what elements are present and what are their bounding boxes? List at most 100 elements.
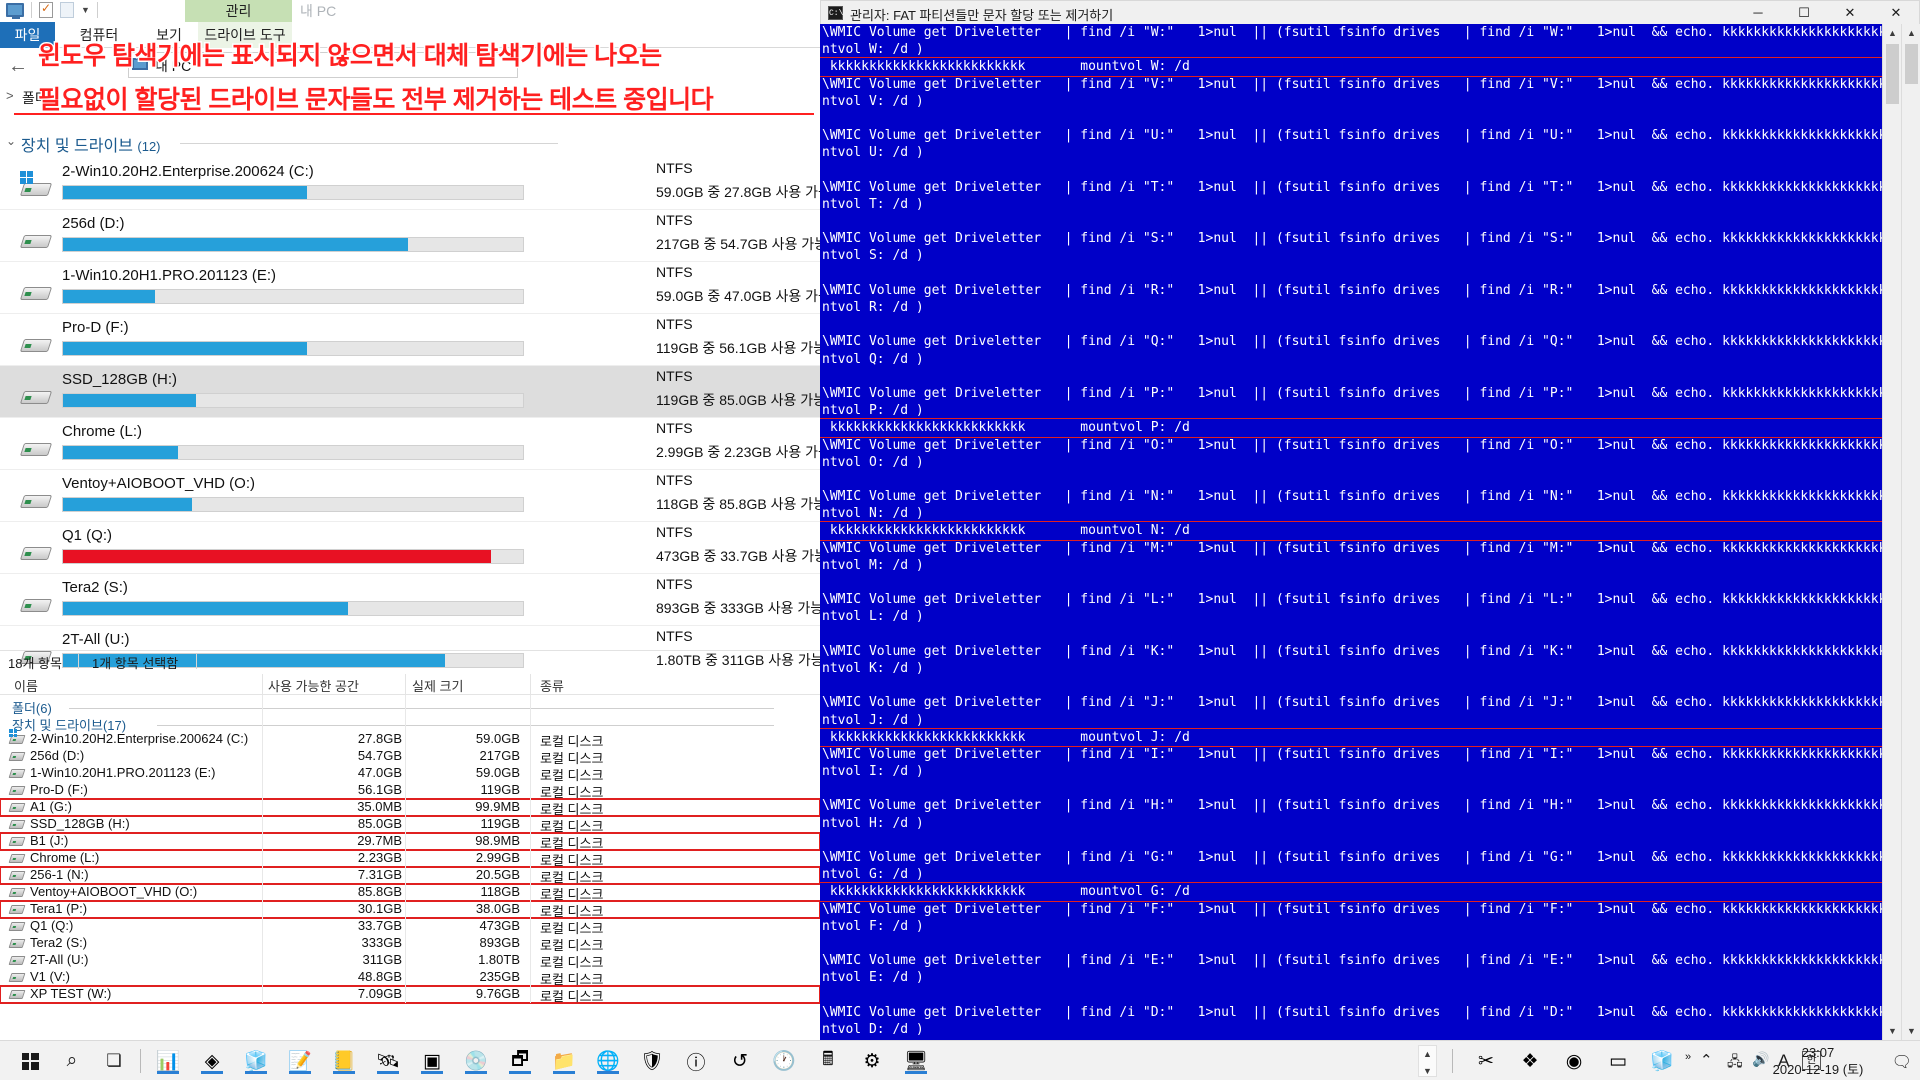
drive-tile[interactable]: Q1 (Q:) NTFS 473GB 중 33.7GB 사용 가능 xyxy=(0,522,820,574)
taskbar-disc-burner-icon[interactable]: 💿 xyxy=(460,1045,492,1077)
taskbar-clock-app-icon[interactable]: 🕐 xyxy=(768,1045,800,1077)
scroll-up-icon[interactable]: ▲ xyxy=(1883,24,1902,42)
chevron-up-icon[interactable]: ▲ xyxy=(1419,1049,1436,1059)
chevron-down-icon[interactable]: ⌄ xyxy=(6,134,16,148)
taskbar-scroll-updown[interactable]: ▲ ▼ xyxy=(1418,1045,1437,1077)
drive-tile[interactable]: Ventoy+AIOBOOT_VHD (O:) NTFS 118GB 중 85.8G… xyxy=(0,470,820,522)
taskbar-sticky-notes-icon[interactable]: 📒 xyxy=(328,1045,360,1077)
scroll-down-icon[interactable]: ▼ xyxy=(1883,1022,1902,1040)
drive-tile[interactable]: Chrome (L:) NTFS 2.99GB 중 2.23GB 사용 가능 xyxy=(0,418,820,470)
column-header[interactable]: 실제 크기 xyxy=(412,676,463,695)
scroll-down-icon-outer[interactable]: ▼ xyxy=(1902,1022,1920,1040)
drive-tile[interactable]: SSD_128GB (H:) NTFS 119GB 중 85.0GB 사용 가능 xyxy=(0,366,820,418)
windows-start-icon[interactable] xyxy=(14,1045,46,1077)
table-row[interactable]: Ventoy+AIOBOOT_VHD (O:) 85.8GB 118GB 로컬 디스크 xyxy=(0,884,820,902)
table-row[interactable]: 256-1 (N:) 7.31GB 20.5GB 로컬 디스크 xyxy=(0,866,820,885)
drive-tile[interactable]: Pro-D (F:) NTFS 119GB 중 56.1GB 사용 가능 xyxy=(0,314,820,366)
drive-tile[interactable]: 1-Win10.20H1.PRO.201123 (E:) NTFS 59.0GB 중… xyxy=(0,262,820,314)
table-row[interactable]: Q1 (Q:) 33.7GB 473GB 로컬 디스크 xyxy=(0,918,820,936)
taskbar-command-prompt-icon[interactable]: ▣ xyxy=(416,1045,448,1077)
chevron-down-icon[interactable]: ▼ xyxy=(81,5,90,15)
table-row[interactable]: Tera2 (S:) 333GB 893GB 로컬 디스크 xyxy=(0,935,820,953)
taskbar-office-app-icon[interactable]: 🗗 xyxy=(504,1045,536,1077)
close-button-outer[interactable]: ✕ xyxy=(1873,1,1919,25)
drive-icon xyxy=(19,335,54,354)
column-divider[interactable] xyxy=(262,674,263,695)
close-button[interactable]: ✕ xyxy=(1827,1,1873,25)
taskbar-file-explorer-icon[interactable]: 📁 xyxy=(548,1045,580,1077)
drive-tile[interactable]: 2-Win10.20H2.Enterprise.200624 (C:) NTFS 5… xyxy=(0,158,820,210)
scrollbar-thumb[interactable] xyxy=(1886,44,1899,104)
status-bar: 18개 항목 1개 항목 선택함 xyxy=(0,650,820,672)
new-folder-icon[interactable] xyxy=(60,2,74,18)
notification-icon[interactable]: 🗨 xyxy=(1892,1052,1912,1072)
table-row[interactable]: Tera1 (P:) 30.1GB 38.0GB 로컬 디스크 xyxy=(0,900,820,919)
taskbar-performance-monitor-icon[interactable]: 📊 xyxy=(152,1045,184,1077)
scrollbar-thumb-outer[interactable] xyxy=(1905,44,1918,84)
column-divider[interactable] xyxy=(530,674,531,695)
taskbar-calculator-icon[interactable]: 🖩 xyxy=(812,1045,844,1077)
taskbar-everything-search-icon[interactable]: ◈ xyxy=(196,1045,228,1077)
ribbon-contextual-tab[interactable]: 관리 xyxy=(185,0,292,22)
tray-chevron-up-icon[interactable]: ⌃ xyxy=(1700,1051,1713,1069)
table-row[interactable]: 2T-All (U:) 311GB 1.80TB 로컬 디스크 xyxy=(0,952,820,970)
search-icon[interactable]: ⌕ xyxy=(56,1045,88,1077)
taskbar-google-chrome-icon[interactable]: ◉ xyxy=(1558,1045,1590,1077)
row-name: A1 (G:) xyxy=(30,799,72,814)
drives-group-header[interactable]: ⌄ 장치 및 드라이브 (12) xyxy=(0,132,690,155)
table-row[interactable]: A1 (G:) 35.0MB 99.9MB 로컬 디스크 xyxy=(0,798,820,817)
table-row[interactable]: B1 (J:) 29.7MB 98.9MB 로컬 디스크 xyxy=(0,832,820,851)
annotation-underline xyxy=(14,113,814,115)
taskbar-defender-shield-icon[interactable]: 🛡 xyxy=(636,1045,668,1077)
scroll-up-icon-outer[interactable]: ▲ xyxy=(1902,24,1920,42)
running-indicator xyxy=(333,1071,355,1074)
maximize-button[interactable]: ☐ xyxy=(1781,1,1827,25)
chevron-right-icon[interactable]: > xyxy=(6,88,14,103)
table-row[interactable]: V1 (V:) 48.8GB 235GB 로컬 디스크 xyxy=(0,969,820,987)
row-size: 99.9MB xyxy=(475,799,520,814)
taskbar-monitor-app-icon[interactable]: 🖥 xyxy=(900,1045,932,1077)
table-row[interactable]: 256d (D:) 54.7GB 217GB 로컬 디스크 xyxy=(0,748,820,766)
table-row[interactable]: Chrome (L:) 2.23GB 2.99GB 로컬 디스크 xyxy=(0,850,820,868)
properties-icon[interactable] xyxy=(39,1,53,18)
column-header[interactable]: 이름 xyxy=(14,676,38,695)
row-name: 256d (D:) xyxy=(30,748,85,763)
task-view-icon[interactable]: ❏ xyxy=(98,1045,130,1077)
chevron-down-icon[interactable]: ▼ xyxy=(1419,1066,1436,1076)
taskbar-snipping-tool-icon[interactable]: ✂ xyxy=(1470,1045,1502,1077)
drive-tile[interactable]: Tera2 (S:) NTFS 893GB 중 333GB 사용 가능 xyxy=(0,574,820,626)
table-row[interactable]: SSD_128GB (H:) 85.0GB 119GB 로컬 디스크 xyxy=(0,816,820,834)
outer-scrollbar[interactable]: ▲ ▼ xyxy=(1901,24,1920,1040)
taskbar-recovery-app-icon[interactable]: ↺ xyxy=(724,1045,756,1077)
taskbar-info-app-icon[interactable]: ⓘ xyxy=(680,1045,712,1077)
table-row[interactable]: Pro-D (F:) 56.1GB 119GB 로컬 디스크 xyxy=(0,782,820,800)
taskbar-internet-explorer-icon[interactable]: 🌐 xyxy=(592,1045,624,1077)
overflow-icon[interactable]: » xyxy=(1685,1051,1691,1063)
taskbar-remote-desktop-icon[interactable]: ▭ xyxy=(1602,1045,1634,1077)
back-arrow-icon[interactable]: ← xyxy=(8,55,28,78)
taskbar-virtualbox-icon[interactable]: 🧊 xyxy=(240,1045,272,1077)
console-title-bar[interactable]: C:\ 관리자: FAT 파티션들만 문자 할당 또는 제거하기 ─ ☐ ✕ ✕ xyxy=(820,0,1920,24)
taskbar-clock[interactable]: 23:07 2020-12-19 (토) xyxy=(1764,1044,1872,1078)
minimize-button[interactable]: ─ xyxy=(1735,1,1781,25)
table-row[interactable]: XP TEST (W:) 7.09GB 9.76GB 로컬 디스크 xyxy=(0,985,820,1004)
console-line: ntvol G: /d ) xyxy=(822,867,924,883)
console-scrollbar[interactable]: ▲ ▼ xyxy=(1882,24,1901,1040)
network-icon[interactable]: 🖧 xyxy=(1727,1051,1743,1075)
taskbar-notepad-editor-icon[interactable]: 📝 xyxy=(284,1045,316,1077)
column-header[interactable]: 종류 xyxy=(540,676,564,695)
column-header[interactable]: 사용 가능한 공간 xyxy=(268,676,359,695)
console-line-highlighted: kkkkkkkkkkkkkkkkkkkkkkkkk mountvol G: /d xyxy=(820,882,1901,902)
this-pc-icon[interactable] xyxy=(6,3,24,19)
console-line: ntvol E: /d ) xyxy=(822,970,924,986)
taskbar-virtualbox-2-icon[interactable]: 🧊 xyxy=(1646,1045,1678,1077)
taskbar-system-tool-icon[interactable]: ⚙ xyxy=(856,1045,888,1077)
drive-tile[interactable]: 256d (D:) NTFS 217GB 중 54.7GB 사용 가능 xyxy=(0,210,820,262)
taskbar-settings-window-icon[interactable]: ❖ xyxy=(1514,1045,1546,1077)
table-row[interactable]: 2-Win10.20H2.Enterprise.200624 (C:) 27.8G… xyxy=(0,729,820,749)
column-divider[interactable] xyxy=(405,674,406,695)
table-row[interactable]: 1-Win10.20H1.PRO.201123 (E:) 47.0GB 59.0GB… xyxy=(0,765,820,783)
console-line: \WMIC Volume get Driveletter | find /i "… xyxy=(822,850,1901,865)
drive-icon xyxy=(19,439,54,458)
taskbar-imaging-tool-icon[interactable]: 🛰 xyxy=(372,1045,404,1077)
